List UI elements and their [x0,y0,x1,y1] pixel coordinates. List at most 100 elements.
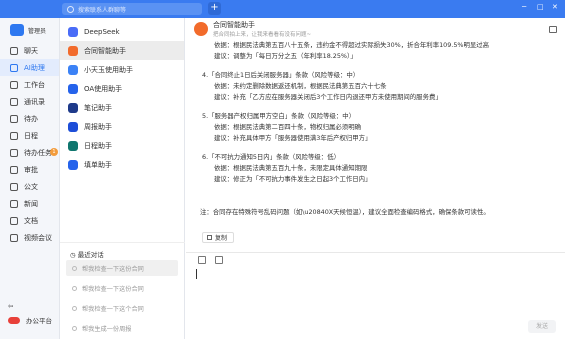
message-line: 建议：补充「乙方应在服务器关闭后3个工作日内退还甲方未使用期间的服务费」 [214,93,442,101]
nav-item-tasks[interactable]: 待办任务 1 [0,144,59,161]
copy-icon [207,235,212,240]
add-button[interactable]: + [208,2,221,15]
nav-item-workbench[interactable]: 工作台 [0,76,59,93]
bot-item-help-assistant[interactable]: 小天玉使用助手 [60,60,184,79]
back-button[interactable]: ⇦ [8,299,52,313]
bot-item-form-assistant[interactable]: 填单助手 [60,155,184,174]
message-line: 建议：调整为「每日万分之五（年利率18.25%）」 [214,52,357,60]
input-divider [186,252,565,253]
recent-conversations-title: ◷ 最近对话 [60,242,185,259]
recent-label: 帮我生成一份周报 [82,325,132,333]
nav-label: AI助理 [24,63,45,72]
chat-title: 合同智能助手 [213,21,255,29]
bot-item-schedule-assistant[interactable]: 日程助手 [60,136,184,155]
nav-label: 日程 [24,131,38,140]
nav-label: 工作台 [24,80,45,89]
close-button[interactable]: ✕ [552,3,558,11]
recent-item[interactable]: 帮我检查一下这个合同 [66,300,178,316]
bot-item-weekly-report-assistant[interactable]: 周报助手 [60,117,184,136]
user-profile[interactable]: 管理员 [0,18,59,42]
upload-file-icon[interactable] [215,256,223,264]
office-logo-icon [8,316,20,324]
weekly-report-icon [68,121,78,132]
search-placeholder: 搜索联系人群聊等 [78,6,127,14]
oa-icon [68,83,78,94]
bot-label: 日程助手 [84,141,112,150]
nav-bottom: ⇦ 办公平台 [8,299,52,327]
news-icon [10,199,18,208]
maximize-button[interactable]: □ [537,3,544,11]
nav-item-approval[interactable]: 审批 [0,161,59,178]
recent-label: 帮我检查一下这个合同 [82,305,144,313]
workbench-icon [10,80,18,89]
ai-icon [10,63,18,72]
contacts-icon [10,97,18,106]
file-icon [10,216,18,225]
document-icon [10,182,18,191]
office-label: 办公平台 [26,317,52,325]
nav-label: 待办任务 [24,148,52,157]
assistant-list: DeepSeek 合同智能助手 小天玉使用助手 OA使用助手 笔记助手 周报助手… [60,18,241,339]
nav-label: 公文 [24,182,38,191]
nav-label: 文档 [24,216,38,225]
bot-label: 合同智能助手 [84,46,126,55]
bot-item-oa-assistant[interactable]: OA使用助手 [60,79,184,98]
nav-item-todo[interactable]: 待办 [0,110,59,127]
copy-label: 复制 [215,235,228,242]
chat-bubble-icon [72,325,77,331]
message-note: 注：合同存在特殊符号乱码问题（如\u20840X天候恒温），建议全面检查编码格式… [200,208,490,216]
form-icon [68,159,78,170]
message-line: 4.「合同终止1日后关闭服务器」条款（风险等级：中） [202,71,360,79]
clear-context-icon[interactable] [198,256,206,264]
copy-button[interactable]: 复制 [202,232,234,243]
recent-item[interactable]: 帮我生成一份周报 [66,320,178,336]
minimize-button[interactable]: ─ [522,3,526,11]
video-icon [10,233,18,242]
send-button[interactable]: 发送 [528,320,556,333]
bot-label: 小天玉使用助手 [84,65,133,74]
bot-item-deepseek[interactable]: DeepSeek [60,22,184,41]
nav-label: 聊天 [24,46,38,55]
message-line: 建议：修正为「不可抗力事件发生之日起3个工作日内」 [214,175,372,183]
nav-item-documents-official[interactable]: 公文 [0,178,59,195]
left-nav: 管理员 聊天 AI助理 工作台 通讯录 待办 日程 待办任务 1 审批 公文 新闻… [0,18,60,339]
search-input[interactable]: 搜索联系人群聊等 [62,3,202,15]
message-input[interactable] [196,269,197,279]
recent-label: 帮我检查一下这份合同 [82,285,144,293]
nav-label: 待办 [24,114,38,123]
nav-item-files[interactable]: 文档 [0,212,59,229]
recent-item[interactable]: 帮我检查一下这份合同 [66,260,178,276]
office-platform-link[interactable]: 办公平台 [8,313,52,327]
approval-icon [10,165,18,174]
recent-item[interactable]: 帮我检查一下这份合同 [66,280,178,296]
contract-assistant-avatar [194,22,208,36]
nav-label: 视频会议 [24,233,52,242]
calendar-icon [10,131,18,140]
message-line: 依据：根据民法典第二百四十条，物权归属必须明确 [214,123,361,131]
bot-label: 填单助手 [84,160,112,169]
message-line: 5.「服务器产权归属甲方空白」条款（风险等级：中） [202,112,356,120]
message-line: 依据：根据民法典第五百八十五条，违约金不得超过实际损失30%，折合年利率109.… [214,41,490,49]
nav-item-chat[interactable]: 聊天 [0,42,59,59]
chat-bubble-icon [72,265,77,271]
nav-item-ai-assistant[interactable]: AI助理 [0,59,59,76]
message-line: 依据：未约定删除数据返还机制，根据民法典第五百六十七条 [214,82,387,90]
history-icon: ◷ [70,251,78,259]
nav-item-news[interactable]: 新闻 [0,195,59,212]
nav-item-contacts[interactable]: 通讯录 [0,93,59,110]
todo-icon [10,114,18,123]
new-chat-icon[interactable] [549,26,557,33]
top-bar: 搜索联系人群聊等 + ─ □ ✕ [0,0,565,18]
notes-icon [68,102,78,113]
app-logo-icon [10,24,24,36]
bot-label: 笔记助手 [84,103,112,112]
nav-label: 新闻 [24,199,38,208]
bot-item-contract-assistant[interactable]: 合同智能助手 [60,41,184,60]
bot-label: OA使用助手 [84,84,123,93]
bot-label: DeepSeek [84,27,120,36]
nav-item-video-meeting[interactable]: 视频会议 [0,229,59,246]
help-icon [68,64,78,75]
nav-item-calendar[interactable]: 日程 [0,127,59,144]
bot-item-notes-assistant[interactable]: 笔记助手 [60,98,184,117]
chat-subtitle: 把合同拍上来，让我来看看有没有问题~ [213,32,312,38]
